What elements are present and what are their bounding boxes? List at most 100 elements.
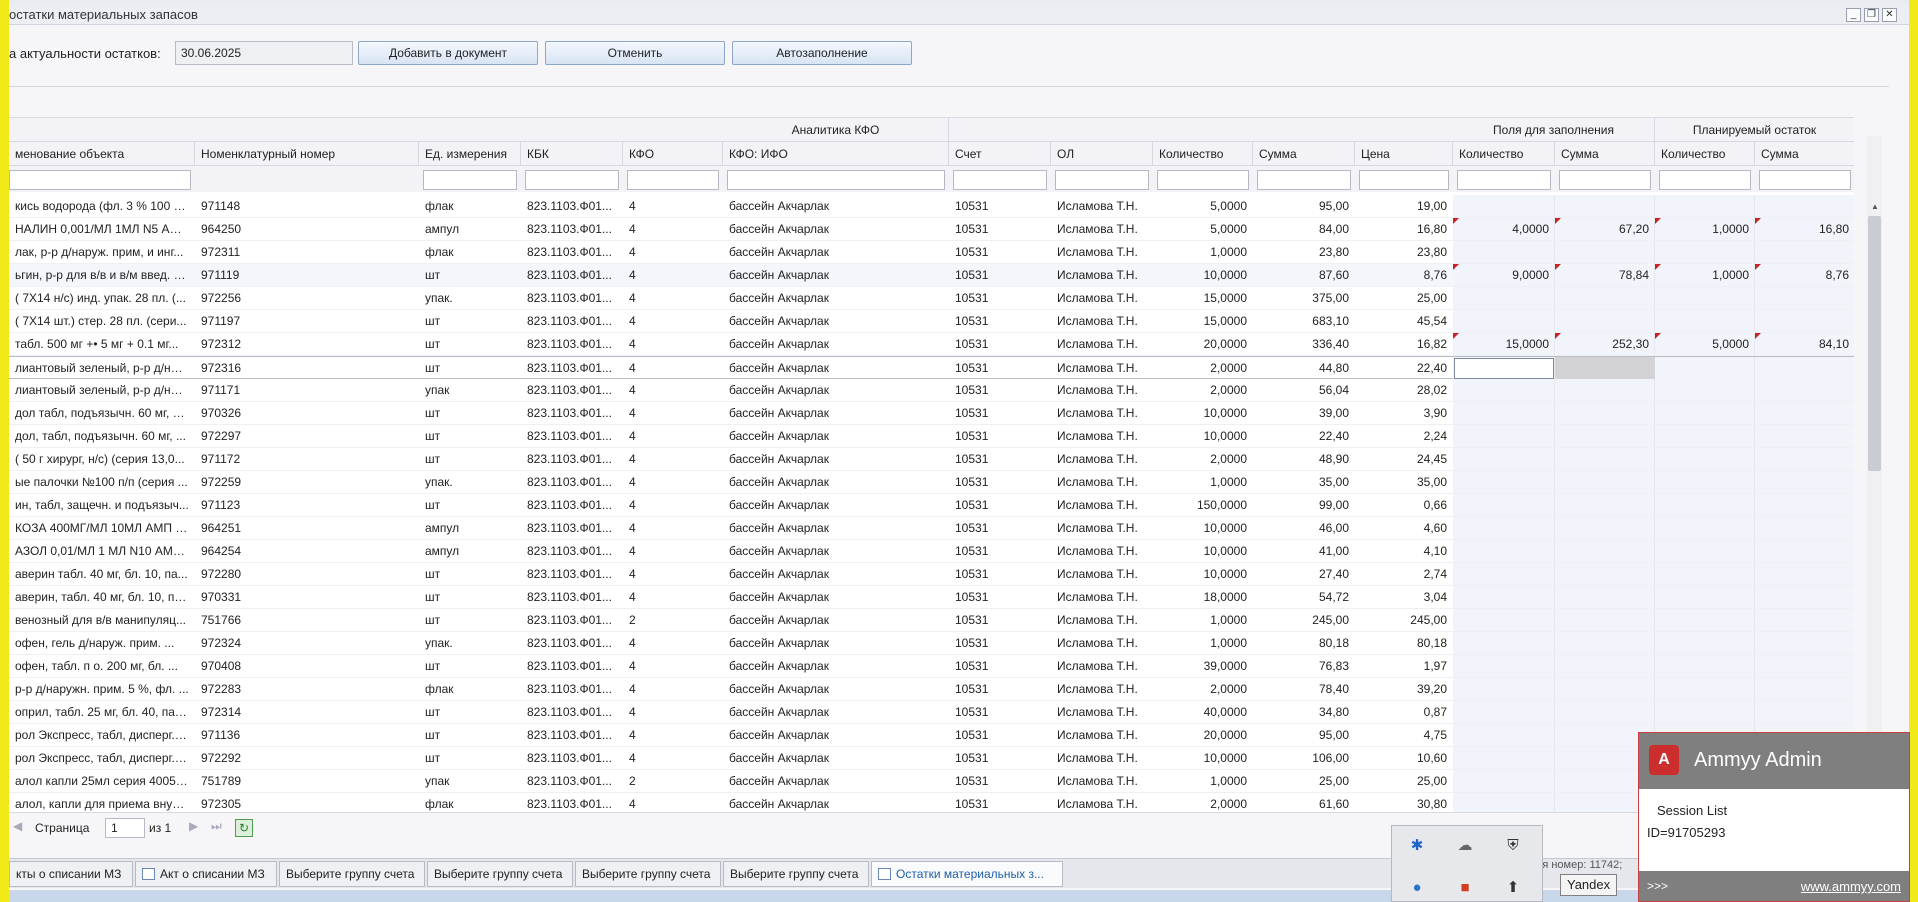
filter-kfo-ifo-input[interactable] <box>727 170 945 190</box>
cell-fill-sum[interactable] <box>1555 540 1655 562</box>
cell-fill-sum[interactable] <box>1555 655 1655 677</box>
cell-plan-quantity[interactable] <box>1655 563 1755 585</box>
restore-icon[interactable]: ❐ <box>1864 8 1879 22</box>
cell-fill-sum[interactable] <box>1555 563 1655 585</box>
cell-plan-quantity[interactable] <box>1655 517 1755 539</box>
filter-fill-sum-input[interactable] <box>1559 170 1651 190</box>
table-row[interactable]: рол Экспресс, табл, дисперг. в... 972292 ш… <box>9 747 1854 770</box>
cell-fill-sum[interactable] <box>1555 448 1655 470</box>
column-header-kfo-ifo[interactable]: КФО: ИФО <box>723 142 949 166</box>
cell-plan-quantity[interactable] <box>1655 357 1755 379</box>
scroll-up-icon[interactable]: ▲ <box>1871 202 1879 211</box>
cell-fill-quantity[interactable] <box>1453 609 1555 631</box>
column-header-fill-sum[interactable]: Сумма <box>1555 142 1655 166</box>
table-row[interactable]: офен, гель д/наруж. прим. ... 972324 упак.… <box>9 632 1854 655</box>
browser-icon[interactable]: ● <box>1406 878 1428 898</box>
last-page-icon[interactable]: ⏭ <box>211 819 222 834</box>
filter-kbk-input[interactable] <box>525 170 619 190</box>
table-row[interactable]: лиантовый зеленый, р-р д/нар... 972316 шт 8… <box>9 356 1854 379</box>
cell-plan-sum[interactable]: 8,76 <box>1755 264 1854 286</box>
ammyy-more-link[interactable]: >>> <box>1647 879 1668 893</box>
cell-plan-sum[interactable] <box>1755 701 1854 723</box>
table-row[interactable]: дол табл, подъязычн. 60 мг, б... 970326 шт… <box>9 402 1854 425</box>
cell-fill-sum[interactable]: 252,30 <box>1555 333 1655 355</box>
cell-fill-quantity[interactable] <box>1453 402 1555 424</box>
cell-plan-sum[interactable] <box>1755 195 1854 217</box>
cell-plan-sum[interactable] <box>1755 494 1854 516</box>
cell-plan-quantity[interactable]: 1,0000 <box>1655 264 1755 286</box>
cell-fill-quantity[interactable]: 15,0000 <box>1453 333 1555 355</box>
cell-plan-sum[interactable] <box>1755 586 1854 608</box>
cell-fill-quantity[interactable] <box>1453 494 1555 516</box>
upload-icon[interactable]: ⬆ <box>1502 878 1524 898</box>
security-shield-icon[interactable]: ⛨ <box>1502 836 1524 856</box>
filter-kfo-input[interactable] <box>627 170 719 190</box>
cancel-button[interactable]: Отменить <box>545 41 725 65</box>
cell-plan-quantity[interactable]: 1,0000 <box>1655 218 1755 240</box>
cell-fill-sum[interactable] <box>1555 517 1655 539</box>
table-row[interactable]: офен, табл. п о. 200 мг, бл. ... 970408 шт… <box>9 655 1854 678</box>
cell-plan-quantity[interactable] <box>1655 425 1755 447</box>
cell-fill-quantity[interactable] <box>1453 701 1555 723</box>
tab-select-account-group-2[interactable]: Выберите группу счета <box>427 861 573 887</box>
cell-fill-quantity[interactable] <box>1453 448 1555 470</box>
cell-plan-quantity[interactable] <box>1655 632 1755 654</box>
table-row[interactable]: лак, р-р д/наруж. прим, и инг... 972311 фл… <box>9 241 1854 264</box>
cell-fill-quantity[interactable] <box>1453 724 1555 746</box>
cell-plan-sum[interactable] <box>1755 471 1854 493</box>
cell-fill-quantity[interactable] <box>1453 678 1555 700</box>
cell-plan-quantity[interactable] <box>1655 655 1755 677</box>
filter-qty-input[interactable] <box>1157 170 1249 190</box>
cell-plan-sum[interactable] <box>1755 402 1854 424</box>
cell-plan-quantity[interactable] <box>1655 494 1755 516</box>
table-row[interactable]: ( 7X14 н/с) инд. упак. 28 пл. (... 972256… <box>9 287 1854 310</box>
cell-plan-quantity[interactable] <box>1655 471 1755 493</box>
filter-fill-qty-input[interactable] <box>1457 170 1551 190</box>
cell-plan-quantity[interactable] <box>1655 586 1755 608</box>
table-row[interactable]: аверин, табл. 40 мг, бл. 10, па... 970331… <box>9 586 1854 609</box>
table-row[interactable]: АЗОЛ 0,01/МЛ 1 МЛ N10 АМП Р... 964254 ампу… <box>9 540 1854 563</box>
date-field[interactable]: 30.06.2025 <box>175 41 353 65</box>
cell-plan-sum[interactable] <box>1755 678 1854 700</box>
column-header-price[interactable]: Цена <box>1355 142 1453 166</box>
ammyy-website-link[interactable]: www.ammyy.com <box>1801 879 1901 894</box>
cell-plan-sum[interactable] <box>1755 379 1854 401</box>
cell-fill-quantity[interactable] <box>1453 471 1555 493</box>
cell-fill-sum[interactable]: 78,84 <box>1555 264 1655 286</box>
cell-plan-quantity[interactable] <box>1655 195 1755 217</box>
cell-fill-sum[interactable] <box>1555 471 1655 493</box>
cloud-off-icon[interactable]: ☁ <box>1454 836 1476 856</box>
cell-plan-sum[interactable] <box>1755 425 1854 447</box>
cell-fill-quantity[interactable] <box>1453 793 1555 812</box>
cell-fill-sum[interactable] <box>1555 425 1655 447</box>
cell-fill-sum[interactable]: 67,20 <box>1555 218 1655 240</box>
cell-fill-sum[interactable] <box>1555 632 1655 654</box>
cell-plan-quantity[interactable] <box>1655 701 1755 723</box>
cell-fill-sum[interactable] <box>1555 586 1655 608</box>
cell-plan-quantity[interactable] <box>1655 678 1755 700</box>
cell-fill-sum[interactable] <box>1555 402 1655 424</box>
cell-plan-quantity[interactable] <box>1655 287 1755 309</box>
column-header-ol[interactable]: ОЛ <box>1051 142 1153 166</box>
column-header-plan-qty[interactable]: Количество <box>1655 142 1755 166</box>
filter-sum-input[interactable] <box>1257 170 1351 190</box>
column-header-account[interactable]: Счет <box>949 142 1051 166</box>
bluetooth-icon[interactable]: ✱ <box>1406 836 1428 856</box>
table-row[interactable]: ые палочки №100 п/п (серия ... 972259 упак… <box>9 471 1854 494</box>
tab-act-writeoff[interactable]: Акт о списании МЗ <box>135 861 277 887</box>
cell-fill-quantity[interactable] <box>1453 517 1555 539</box>
cell-fill-quantity[interactable] <box>1453 586 1555 608</box>
cell-fill-sum[interactable] <box>1555 241 1655 263</box>
cell-plan-quantity[interactable] <box>1655 609 1755 631</box>
table-row[interactable]: НАЛИН 0,001/МЛ 1МЛ N5 АМ... 964250 ампул 82… <box>9 218 1854 241</box>
table-row[interactable]: лиантовый зеленый, р-р д/нар... 971171 упа… <box>9 379 1854 402</box>
column-header-plan-sum[interactable]: Сумма <box>1755 142 1854 166</box>
table-row[interactable]: рол Экспресс, табл, дисперг. в... 971136 ш… <box>9 724 1854 747</box>
autofill-button[interactable]: Автозаполнение <box>732 41 912 65</box>
table-row[interactable]: КОЗА 400МГ/МЛ 10МЛ АМП №... 964251 ампул 82… <box>9 517 1854 540</box>
table-row[interactable]: ( 50 г хирург, н/с) (серия 13,0... 971172… <box>9 448 1854 471</box>
table-row[interactable]: ин, табл, защечн. и подъязыч... 971123 шт 8… <box>9 494 1854 517</box>
table-row[interactable]: оприл, табл. 25 мг, бл. 40, пач... 972314… <box>9 701 1854 724</box>
tab-stock-balances[interactable]: Остатки материальных з... <box>871 861 1063 887</box>
cell-plan-sum[interactable] <box>1755 241 1854 263</box>
